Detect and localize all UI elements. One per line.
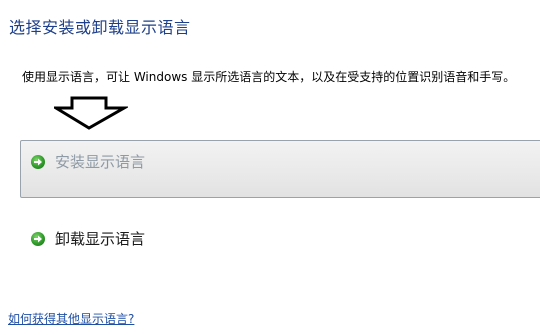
install-display-language-button[interactable]: 安装显示语言 — [31, 151, 145, 172]
uninstall-display-language-label: 卸载显示语言 — [55, 230, 146, 248]
get-more-languages-link[interactable]: 如何获得其他显示语言? — [8, 310, 134, 327]
green-arrow-icon — [31, 154, 45, 169]
description-text: 使用显示语言，可让 Windows 显示所选语言的文本，以及在受支持的位置识别语… — [22, 70, 516, 84]
green-arrow-icon — [31, 231, 45, 246]
install-display-language-label: 安装显示语言 — [55, 153, 146, 171]
down-arrow-outline-icon — [54, 96, 128, 130]
display-language-page: 选择安装或卸载显示语言 使用显示语言，可让 Windows 显示所选语言的文本，… — [0, 0, 540, 335]
page-title: 选择安装或卸载显示语言 — [9, 18, 191, 37]
uninstall-display-language-button[interactable]: 卸载显示语言 — [31, 228, 145, 249]
